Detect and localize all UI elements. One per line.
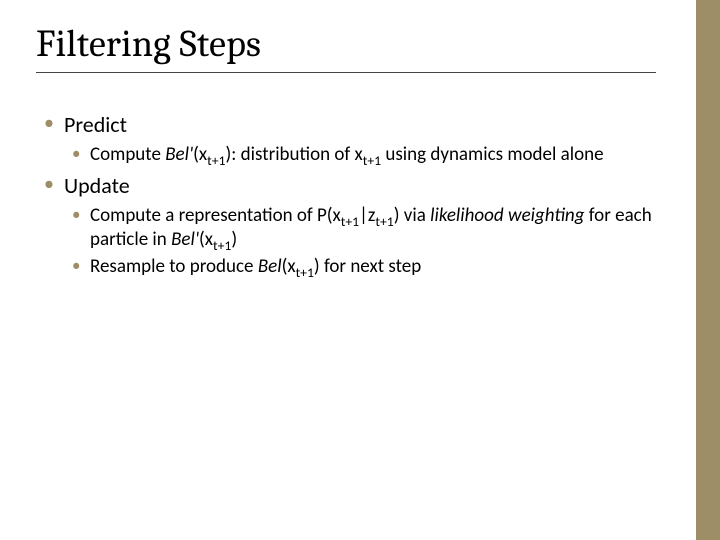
t: |z (359, 204, 375, 227)
slide-title: Filtering Steps (36, 22, 656, 73)
bullet-predict-label: Predict (64, 111, 127, 138)
t: ): distribution of x (226, 143, 363, 166)
t: using dynamics model alone (381, 143, 603, 166)
update-sub-2: Resample to produce Bel(xt+1) for next s… (64, 255, 656, 279)
accent-bar (696, 0, 720, 540)
t: ) via (394, 204, 430, 227)
t: Compute (90, 143, 165, 166)
t: Resample to produce (90, 255, 258, 278)
t: likelihood weighting (430, 204, 584, 227)
bullet-list: Predict Compute Bel'(xt+1): distribution… (36, 111, 656, 279)
t: t+1 (341, 213, 359, 230)
t: Bel' (171, 228, 199, 251)
bullet-update-label: Update (64, 172, 130, 199)
t: (x (193, 143, 207, 166)
t: t+1 (375, 213, 393, 230)
t: t+1 (363, 151, 381, 168)
t: (x (282, 255, 296, 278)
update-sub-1: Compute a representation of P(xt+1|zt+1)… (64, 204, 656, 252)
t: t+1 (296, 264, 314, 281)
t: ) for next step (314, 255, 421, 278)
t: (x (199, 228, 213, 251)
predict-sublist: Compute Bel'(xt+1): distribution of xt+1… (64, 143, 656, 167)
t: Compute a representation of P(x (90, 204, 341, 227)
bullet-update: Update Compute a representation of P(xt+… (36, 172, 656, 279)
t: t+1 (213, 236, 231, 253)
bullet-predict: Predict Compute Bel'(xt+1): distribution… (36, 111, 656, 166)
t: ) (231, 228, 237, 251)
predict-sub-1: Compute Bel'(xt+1): distribution of xt+1… (64, 143, 656, 167)
update-sublist: Compute a representation of P(xt+1|zt+1)… (64, 204, 656, 279)
slide-body: Filtering Steps Predict Compute Bel'(xt+… (0, 0, 696, 279)
t: Bel (258, 255, 282, 278)
t: Bel' (165, 143, 193, 166)
t: t+1 (207, 151, 225, 168)
